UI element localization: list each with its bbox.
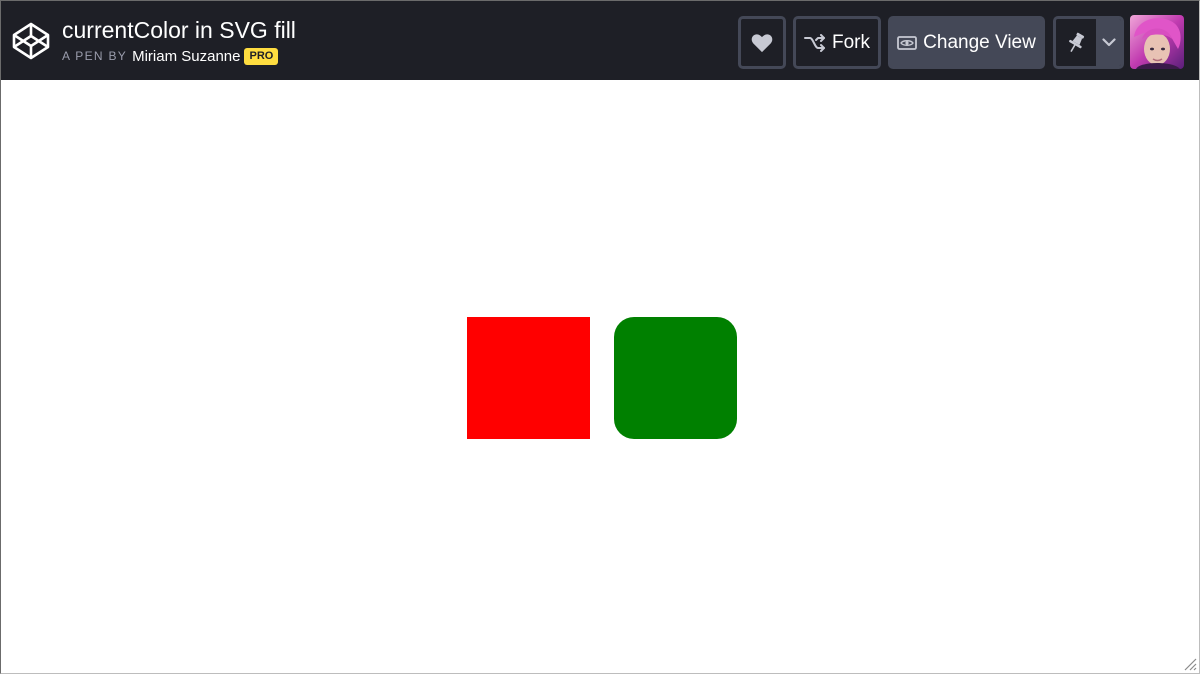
avatar-image: [1130, 15, 1184, 69]
pin-button[interactable]: [1056, 19, 1096, 66]
codepen-logo-icon[interactable]: [11, 21, 51, 61]
heart-icon: [751, 33, 773, 52]
pen-byline: A PEN BY Miriam Suzanne PRO: [62, 46, 279, 66]
heart-button[interactable]: [738, 16, 786, 69]
pen-preview: [1, 80, 1199, 673]
chevron-down-icon: [1101, 38, 1116, 47]
pen-header: currentColor in SVG fill A PEN BY Miriam…: [1, 1, 1199, 80]
user-avatar[interactable]: [1130, 15, 1184, 69]
author-link[interactable]: Miriam Suzanne: [132, 48, 240, 65]
red-square: [467, 317, 590, 439]
pin-icon: [1069, 32, 1085, 52]
pen-title: currentColor in SVG fill: [62, 17, 296, 43]
fork-icon: [804, 33, 825, 52]
pro-badge: PRO: [244, 47, 279, 65]
change-view-label: Change View: [923, 31, 1036, 53]
green-rounded-square: [614, 317, 737, 439]
fork-label: Fork: [832, 31, 870, 53]
pin-menu-button[interactable]: [1096, 19, 1121, 66]
browser-frame: currentColor in SVG fill A PEN BY Miriam…: [0, 0, 1200, 674]
pin-button-group: [1053, 16, 1124, 69]
fork-button[interactable]: Fork: [793, 16, 881, 69]
byline-prefix: A PEN BY: [62, 49, 128, 63]
eye-icon: [897, 35, 918, 50]
resize-grip-icon[interactable]: [1183, 657, 1197, 671]
change-view-button[interactable]: Change View: [888, 16, 1045, 69]
